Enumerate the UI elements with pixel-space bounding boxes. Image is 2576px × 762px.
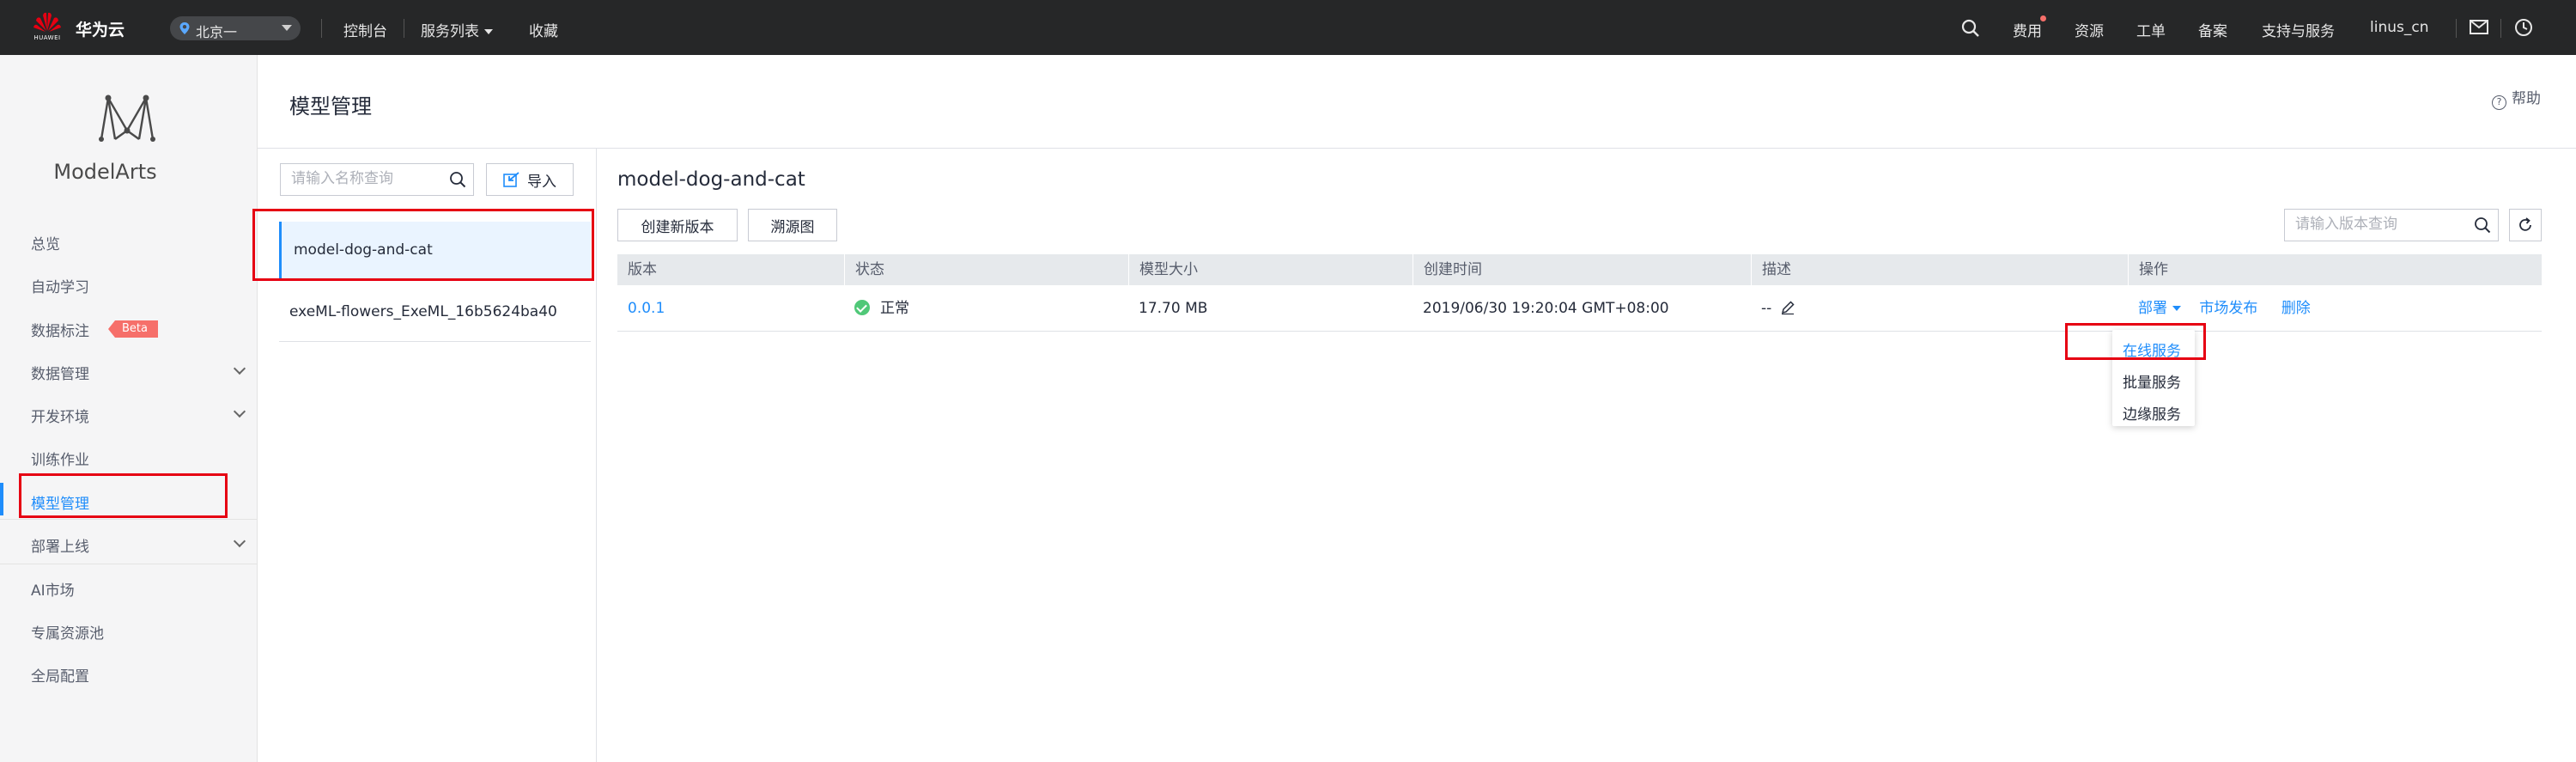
- import-icon: [503, 172, 519, 187]
- market-publish-link[interactable]: 市场发布: [2199, 300, 2257, 317]
- import-button[interactable]: 导入: [486, 163, 574, 196]
- nav-service-list[interactable]: 服务列表: [421, 19, 493, 40]
- deploy-label: 部署: [2138, 300, 2167, 317]
- description-cell: --: [1751, 285, 1795, 332]
- nav-service-list-label: 服务列表: [421, 23, 479, 40]
- lineage-button[interactable]: 溯源图: [748, 209, 837, 241]
- nav-resources[interactable]: 资源: [2075, 19, 2104, 40]
- clock-icon[interactable]: [2514, 18, 2533, 37]
- sidebar-item-data-labeling[interactable]: 数据标注: [31, 319, 89, 340]
- edit-icon[interactable]: [1780, 300, 1795, 315]
- help-label: 帮助: [2512, 90, 2541, 107]
- description-text: --: [1761, 300, 1772, 317]
- username[interactable]: linus_cn: [2370, 19, 2428, 36]
- huawei-logo[interactable]: HUAWEI: [29, 10, 65, 45]
- huawei-flower-icon: [33, 12, 61, 32]
- nav-tickets[interactable]: 工单: [2136, 19, 2166, 40]
- column-header-status: 状态: [844, 254, 1128, 285]
- model-list-item[interactable]: exeML-flowers_ExeML_16b5624ba40: [279, 283, 591, 342]
- chevron-down-icon: [484, 29, 493, 34]
- nav-billing[interactable]: 费用: [2013, 19, 2042, 40]
- highlight-box-model: [252, 209, 594, 281]
- sidebar-item-data-management[interactable]: 数据管理: [31, 362, 89, 383]
- sidebar-item-dedicated-pool[interactable]: 专属资源池: [31, 621, 104, 643]
- sidebar-item-auto-learning[interactable]: 自动学习: [31, 275, 89, 296]
- region-selector[interactable]: 北京一: [170, 16, 301, 40]
- chevron-down-icon: [2172, 306, 2181, 311]
- search-icon[interactable]: [2474, 216, 2491, 234]
- model-detail-title: model-dog-and-cat: [617, 168, 805, 191]
- help-link[interactable]: ? 帮助: [2492, 86, 2541, 110]
- divider: [321, 19, 322, 38]
- delete-link[interactable]: 删除: [2281, 300, 2311, 317]
- modelarts-logo-icon: [99, 94, 155, 142]
- create-version-button[interactable]: 创建新版本: [617, 209, 738, 241]
- divider: [258, 148, 2576, 149]
- mail-icon[interactable]: [2470, 20, 2488, 34]
- import-label: 导入: [527, 173, 556, 191]
- deploy-button[interactable]: 部署: [2138, 300, 2181, 317]
- active-indicator: [0, 483, 3, 515]
- model-search-input[interactable]: [281, 164, 435, 193]
- version-table-header: 版本 状态 模型大小 创建时间 描述 操作: [617, 254, 2542, 285]
- beta-badge: Beta: [108, 320, 158, 338]
- created-time-cell: 2019/06/30 19:20:04 GMT+08:00: [1423, 300, 1669, 317]
- model-name: exeML-flowers_ExeML_16b5624ba40: [289, 303, 557, 320]
- column-header-size: 模型大小: [1128, 254, 1413, 285]
- menu-item-batch-service[interactable]: 批量服务: [2123, 370, 2181, 392]
- search-icon[interactable]: [1961, 19, 1980, 38]
- status-cell: 正常: [844, 285, 909, 332]
- version-link[interactable]: 0.0.1: [617, 285, 665, 332]
- sidebar-item-dev-environment[interactable]: 开发环境: [31, 405, 89, 426]
- model-search-box: [280, 163, 474, 196]
- column-header-actions: 操作: [2128, 254, 2542, 285]
- nav-favorites[interactable]: 收藏: [529, 19, 558, 40]
- highlight-box-online-service: [2065, 323, 2206, 360]
- sidebar-item-overview[interactable]: 总览: [31, 232, 60, 253]
- region-name: 北京一: [196, 24, 238, 40]
- location-pin-icon: [179, 22, 190, 34]
- column-header-description: 描述: [1751, 254, 2128, 285]
- sidebar-item-training-jobs[interactable]: 训练作业: [31, 448, 89, 469]
- table-row: 0.0.1 正常 17.70 MB 2019/06/30 19:20:04 GM…: [617, 285, 2542, 332]
- page-title: 模型管理: [289, 94, 372, 119]
- column-header-created: 创建时间: [1413, 254, 1751, 285]
- nav-console[interactable]: 控制台: [343, 19, 387, 40]
- version-search-box: [2284, 209, 2499, 241]
- column-header-version: 版本: [628, 261, 657, 278]
- divider: [2500, 19, 2501, 38]
- top-navigation-bar: HUAWEI 华为云 北京一 控制台 服务列表 收藏 费用 资源 工单 备案 支…: [0, 0, 2576, 55]
- chevron-down-icon: [282, 25, 292, 31]
- check-circle-icon: [854, 300, 870, 315]
- status-text: 正常: [880, 300, 909, 317]
- logo-text: HUAWEI: [33, 34, 61, 41]
- sidebar-item-ai-market[interactable]: AI市场: [31, 578, 75, 600]
- sidebar-item-global-config[interactable]: 全局配置: [31, 664, 89, 686]
- divider: [2456, 19, 2457, 38]
- question-icon: ?: [2492, 95, 2506, 110]
- highlight-box-sidebar: [19, 473, 228, 518]
- nav-support[interactable]: 支持与服务: [2262, 19, 2335, 40]
- refresh-button[interactable]: [2509, 209, 2542, 241]
- sidebar-item-deploy[interactable]: 部署上线: [31, 534, 89, 556]
- size-cell: 17.70 MB: [1139, 300, 1208, 317]
- divider: [0, 519, 258, 520]
- version-search-input[interactable]: [2285, 210, 2457, 239]
- refresh-icon: [2519, 217, 2531, 231]
- notification-dot: [2040, 15, 2046, 21]
- search-icon[interactable]: [449, 171, 466, 188]
- nav-filing[interactable]: 备案: [2198, 19, 2227, 40]
- sidebar-brand: ModelArts: [53, 160, 157, 184]
- menu-item-edge-service[interactable]: 边缘服务: [2123, 402, 2181, 424]
- brand-name[interactable]: 华为云: [76, 17, 125, 40]
